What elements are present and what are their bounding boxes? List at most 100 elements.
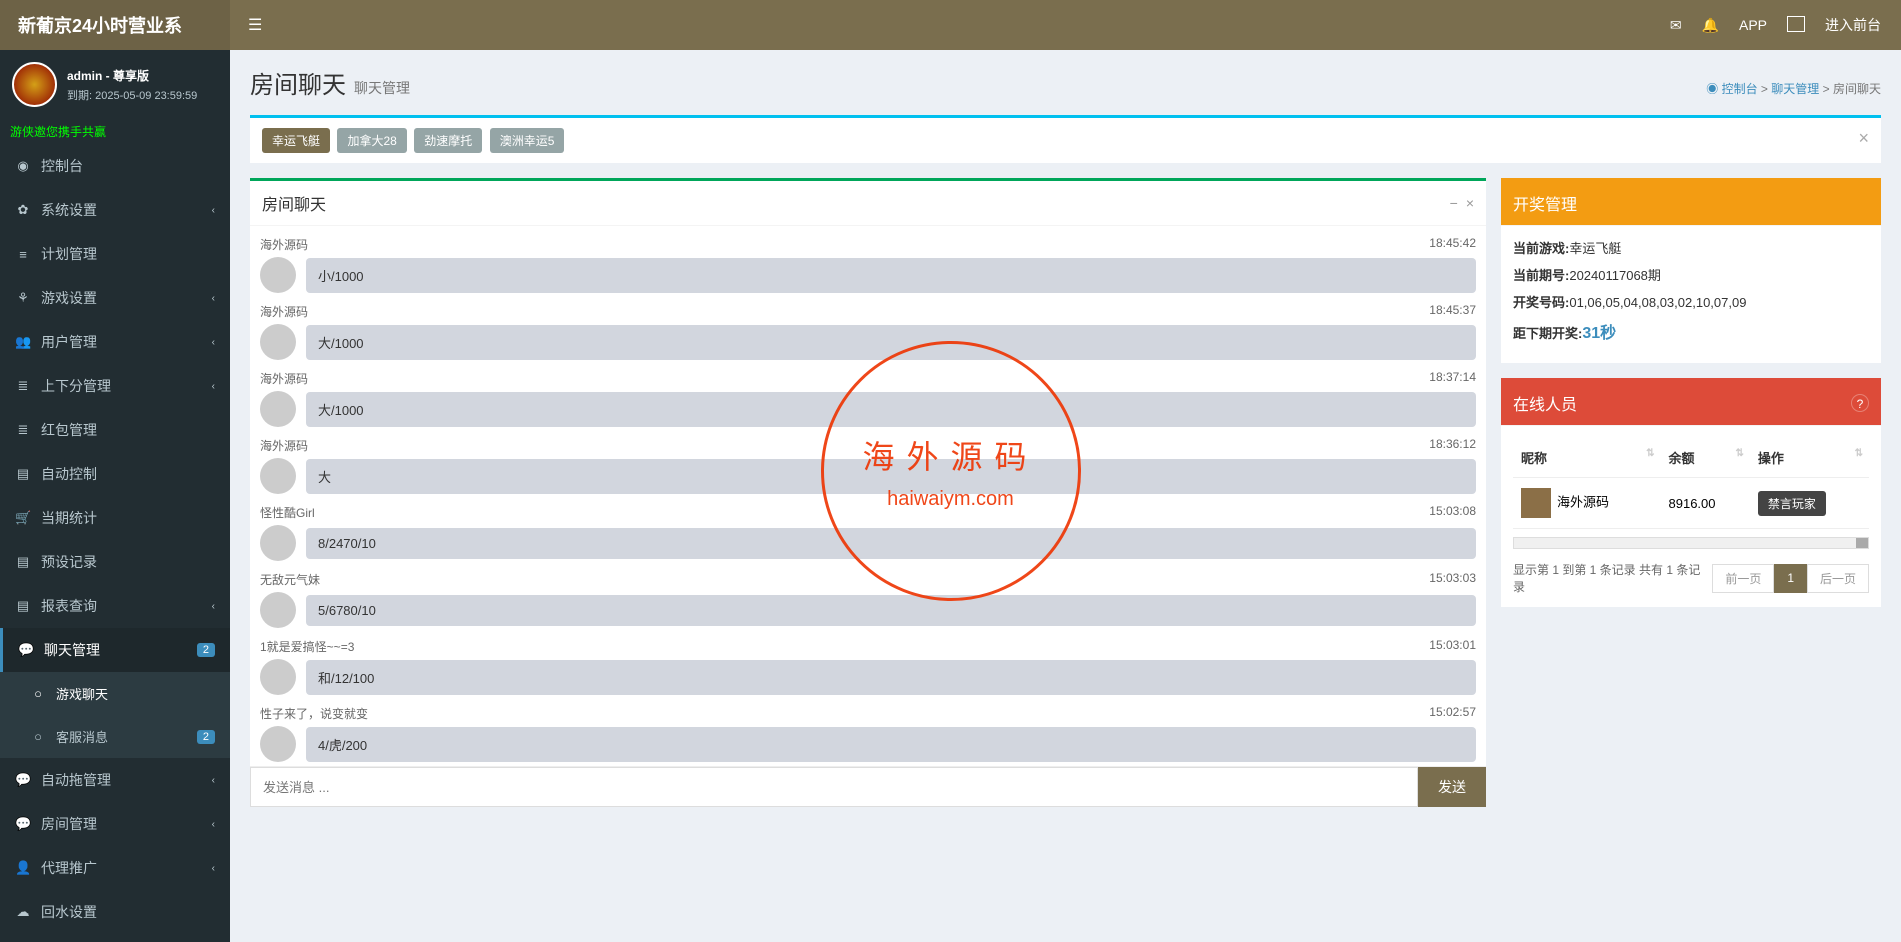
user-panel: admin - 尊享版 到期: 2025-05-09 23:59:59 bbox=[0, 50, 230, 119]
gear-icon: ✿ bbox=[15, 202, 31, 218]
msg-time: 18:37:14 bbox=[1429, 370, 1476, 387]
col-action[interactable]: 操作⇅ bbox=[1750, 438, 1869, 478]
hamburger-icon[interactable]: ☰ bbox=[230, 15, 280, 35]
nav-fly[interactable]: ✈飞单系统‹ bbox=[0, 934, 230, 942]
nav-game-chat[interactable]: ○游戏聊天 bbox=[0, 672, 230, 715]
current-game: 幸运飞艇 bbox=[1569, 241, 1621, 256]
qr-icon[interactable] bbox=[1787, 16, 1805, 35]
avatar bbox=[260, 659, 296, 695]
auto-icon: ▤ bbox=[15, 466, 31, 482]
nav-redpack[interactable]: ≣红包管理 bbox=[0, 408, 230, 452]
avatar bbox=[260, 458, 296, 494]
bell-icon[interactable]: 🔔 bbox=[1702, 17, 1719, 34]
minimize-icon[interactable]: − bbox=[1450, 195, 1458, 211]
nav-flow[interactable]: ☁回水设置 bbox=[0, 890, 230, 934]
nav-users[interactable]: 👥用户管理‹ bbox=[0, 320, 230, 364]
close-icon[interactable]: × bbox=[1858, 128, 1869, 149]
col-nickname[interactable]: 昵称⇅ bbox=[1513, 438, 1661, 478]
h-scrollbar[interactable] bbox=[1513, 537, 1869, 549]
sidebar: admin - 尊享版 到期: 2025-05-09 23:59:59 游侠邀您… bbox=[0, 50, 230, 942]
avatar bbox=[1521, 488, 1551, 518]
avatar bbox=[260, 525, 296, 561]
nav-cs-msg[interactable]: ○客服消息2 bbox=[0, 715, 230, 758]
chat-message: 海外源码18:36:12大 bbox=[260, 437, 1476, 494]
chat-icon: 💬 bbox=[18, 642, 34, 658]
lottery-box: 开奖管理 当前游戏:幸运飞艇 当前期号:20240117068期 开奖号码:01… bbox=[1501, 178, 1881, 363]
app-link[interactable]: APP bbox=[1739, 17, 1767, 33]
col-balance[interactable]: 余额⇅ bbox=[1661, 438, 1750, 478]
msg-text: 和/12/100 bbox=[306, 660, 1476, 695]
database-icon: ≣ bbox=[15, 378, 31, 394]
nav-chat-mgmt[interactable]: 💬聊天管理2 bbox=[0, 628, 230, 672]
online-table: 昵称⇅ 余额⇅ 操作⇅ 海外源码 8916.00 禁言玩家 bbox=[1513, 438, 1869, 529]
prev-page-button[interactable]: 前一页 bbox=[1712, 564, 1774, 593]
tab-au-lucky5[interactable]: 澳洲幸运5 bbox=[490, 128, 565, 153]
sort-icon: ⇅ bbox=[1646, 448, 1654, 459]
dashboard-icon: ◉ bbox=[1706, 82, 1718, 96]
next-page-button[interactable]: 后一页 bbox=[1807, 564, 1869, 593]
nav-room-mgmt[interactable]: 💬房间管理‹ bbox=[0, 802, 230, 846]
nav-agent[interactable]: 👤代理推广‹ bbox=[0, 846, 230, 890]
lottery-title: 开奖管理 bbox=[1513, 191, 1577, 215]
users-icon: 👥 bbox=[15, 334, 31, 350]
chat-input[interactable] bbox=[250, 767, 1418, 807]
chevron-left-icon: ‹ bbox=[212, 381, 215, 392]
page-1-button[interactable]: 1 bbox=[1774, 564, 1807, 593]
avatar bbox=[260, 324, 296, 360]
msg-time: 15:03:03 bbox=[1429, 571, 1476, 588]
chevron-left-icon: ‹ bbox=[212, 601, 215, 612]
msg-text: 大 bbox=[306, 459, 1476, 494]
chat-body[interactable]: 海外源码18:45:42小/1000海外源码18:45:37大/1000海外源码… bbox=[250, 226, 1486, 766]
mail-icon[interactable]: ✉ bbox=[1670, 17, 1682, 34]
msg-sender: 性子来了，说变就变 bbox=[260, 705, 368, 722]
nav-updown[interactable]: ≣上下分管理‹ bbox=[0, 364, 230, 408]
nickname: 海外源码 bbox=[1557, 494, 1609, 509]
crumb-chat[interactable]: 聊天管理 bbox=[1771, 82, 1819, 96]
user-name: admin - 尊享版 bbox=[67, 67, 197, 84]
countdown: 31秒 bbox=[1582, 325, 1616, 342]
chat-message: 海外源码18:37:14大/1000 bbox=[260, 370, 1476, 427]
cart-icon: 🛒 bbox=[15, 510, 31, 526]
frontend-link[interactable]: 进入前台 bbox=[1825, 15, 1881, 35]
chat-message: 海外源码18:45:37大/1000 bbox=[260, 303, 1476, 360]
msg-time: 18:45:42 bbox=[1429, 236, 1476, 253]
help-icon[interactable]: ? bbox=[1851, 394, 1869, 412]
msg-text: 8/2470/10 bbox=[306, 528, 1476, 559]
chevron-left-icon: ‹ bbox=[212, 293, 215, 304]
current-period: 20240117068期 bbox=[1569, 268, 1661, 283]
close-icon[interactable]: × bbox=[1466, 195, 1474, 211]
msg-text: 5/6780/10 bbox=[306, 595, 1476, 626]
nav-report[interactable]: ▤报表查询‹ bbox=[0, 584, 230, 628]
chat-badge: 2 bbox=[197, 643, 215, 657]
nav-auto-drag[interactable]: 💬自动拖管理‹ bbox=[0, 758, 230, 802]
nav-period[interactable]: 🛒当期统计 bbox=[0, 496, 230, 540]
pager-info: 显示第 1 到第 1 条记录 共有 1 条记录 bbox=[1513, 561, 1712, 595]
tab-speed-moto[interactable]: 劲速摩托 bbox=[414, 128, 482, 153]
crumb-console[interactable]: 控制台 bbox=[1722, 82, 1758, 96]
tab-lucky-airship[interactable]: 幸运飞艇 bbox=[262, 128, 330, 153]
balance: 8916.00 bbox=[1661, 478, 1750, 529]
msg-text: 4/虎/200 bbox=[306, 727, 1476, 762]
mute-button[interactable]: 禁言玩家 bbox=[1758, 491, 1826, 516]
tab-canada28[interactable]: 加拿大28 bbox=[337, 128, 406, 153]
nav-plan[interactable]: ≡计划管理 bbox=[0, 232, 230, 276]
breadcrumb: ◉ 控制台 > 聊天管理 > 房间聊天 bbox=[1706, 80, 1881, 97]
nav-auto[interactable]: ▤自动控制 bbox=[0, 452, 230, 496]
nav-system[interactable]: ✿系统设置‹ bbox=[0, 188, 230, 232]
nav-game[interactable]: ⚘游戏设置‹ bbox=[0, 276, 230, 320]
dashboard-icon: ◉ bbox=[15, 158, 31, 174]
nav-preset[interactable]: ▤预设记录 bbox=[0, 540, 230, 584]
send-button[interactable]: 发送 bbox=[1418, 767, 1486, 807]
chevron-left-icon: ‹ bbox=[212, 775, 215, 786]
msg-sender: 海外源码 bbox=[260, 236, 308, 253]
chat-box: 房间聊天 − × 海外源码18:45:42小/1000海外源码18:45:37大… bbox=[250, 178, 1486, 807]
database-icon: ≣ bbox=[15, 422, 31, 438]
msg-sender: 1就是爱搞怪~~=3 bbox=[260, 638, 354, 655]
msg-sender: 海外源码 bbox=[260, 437, 308, 454]
nav-console[interactable]: ◉控制台 bbox=[0, 144, 230, 188]
sort-icon: ⇅ bbox=[1855, 448, 1863, 459]
topbar: 新葡京24小时营业系 ☰ ✉ 🔔 APP 进入前台 bbox=[0, 0, 1901, 50]
gamepad-icon: ⚘ bbox=[15, 290, 31, 306]
marquee: 游侠邀您携手共赢 bbox=[0, 119, 230, 144]
msg-sender: 无敌元气妹 bbox=[260, 571, 320, 588]
